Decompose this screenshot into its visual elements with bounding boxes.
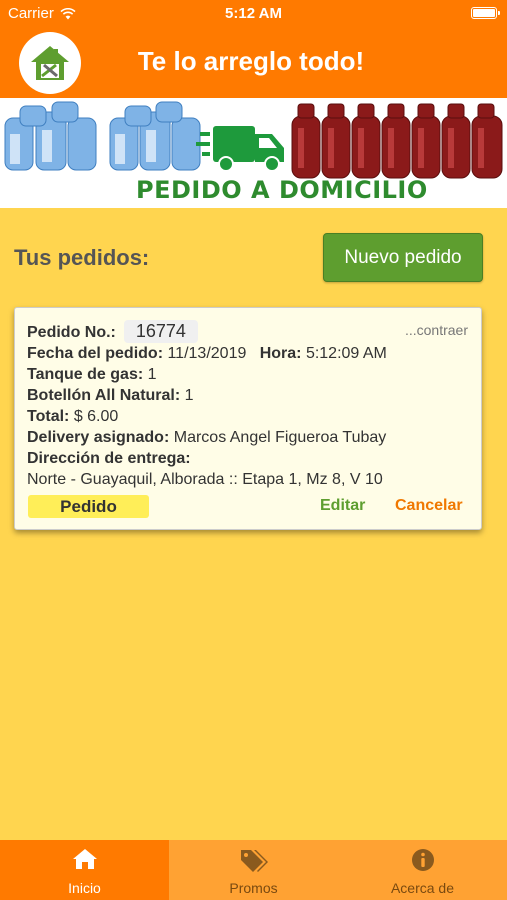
orders-section-title: Tus pedidos: (14, 245, 150, 270)
address-value-row: Norte - Guayaquil, Alborada :: Etapa 1, … (27, 471, 383, 489)
tags-icon (240, 850, 268, 872)
new-order-button[interactable]: Nuevo pedido (323, 233, 483, 282)
app-header: Te lo arreglo todo! (0, 28, 507, 98)
address-label-row: Dirección de entrega: (27, 450, 191, 468)
order-time-value: 5:12:09 AM (305, 345, 387, 362)
delivery-label: Delivery asignado: (27, 429, 170, 446)
gas-tank-row: Tanque de gas: 1 (27, 366, 157, 384)
house-tools-icon (31, 46, 69, 80)
collapse-link[interactable]: ...contraer (405, 322, 468, 338)
tab-promos-label: Promos (229, 880, 278, 896)
total-value: $ 6.00 (73, 408, 119, 425)
info-icon (411, 849, 434, 871)
order-number-row: Pedido No.: 16774 (27, 320, 198, 343)
gas-tank-qty: 1 (147, 366, 157, 383)
order-date-value: 11/13/2019 (167, 345, 247, 362)
app-logo (19, 32, 81, 94)
address-value: Norte - Guayaquil, Alborada :: Etapa 1, … (27, 471, 383, 488)
order-card: Pedido No.: 16774 ...contraer Fecha del p… (14, 307, 482, 530)
tab-bar: Inicio Promos Acerca de (0, 840, 507, 900)
tab-inicio-label: Inicio (68, 880, 101, 896)
banner-text: PEDIDO A DOMICILIO (136, 176, 428, 204)
edit-order-link[interactable]: Editar (320, 497, 365, 515)
gas-tank-label: Tanque de gas: (27, 366, 144, 383)
total-row: Total: $ 6.00 (27, 408, 118, 426)
water-jug-row: Botellón All Natural: 1 (27, 387, 194, 405)
promo-banner: PEDIDO A DOMICILIO (0, 98, 507, 208)
order-date-label: Fecha del pedido: (27, 345, 164, 362)
order-status-badge: Pedido (28, 495, 149, 518)
app-title: Te lo arreglo todo! (137, 46, 365, 76)
order-number-value: 16774 (123, 320, 198, 343)
home-icon (72, 849, 97, 869)
total-label: Total: (27, 408, 70, 425)
order-number-label: Pedido No.: (27, 324, 116, 341)
order-date-row: Fecha del pedido: 11/13/2019 Hora: 5:12:… (27, 345, 387, 363)
address-label: Dirección de entrega: (27, 450, 191, 467)
cancel-order-link[interactable]: Cancelar (395, 497, 463, 515)
battery-icon (471, 7, 500, 19)
status-bar: Carrier 5:12 AM (0, 0, 507, 28)
clock: 5:12 AM (225, 5, 282, 22)
tab-promos[interactable]: Promos (169, 840, 338, 900)
tab-acerca-de-label: Acerca de (390, 880, 455, 896)
water-jug-label: Botellón All Natural: (27, 387, 181, 404)
order-time-label: Hora: (259, 345, 302, 362)
tab-inicio[interactable]: Inicio (0, 840, 169, 900)
water-jug-qty: 1 (184, 387, 194, 404)
delivery-value: Marcos Angel Figueroa Tubay (173, 429, 387, 446)
tab-acerca-de[interactable]: Acerca de (338, 840, 507, 900)
delivery-row: Delivery asignado: Marcos Angel Figueroa… (27, 429, 386, 447)
